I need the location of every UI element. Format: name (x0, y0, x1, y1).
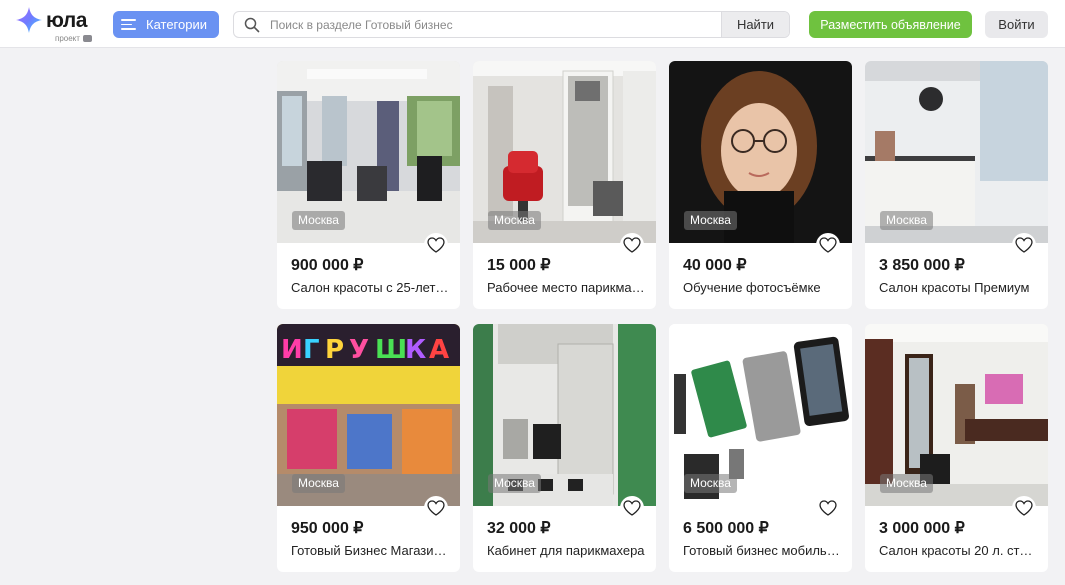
categories-button[interactable]: Категории (113, 11, 219, 38)
listing-price: 15 000 ₽ (487, 257, 551, 274)
find-button[interactable]: Найти (721, 12, 789, 37)
listing-price: 40 000 ₽ (683, 257, 747, 274)
listing-title: Обучение фотосъёмке (683, 280, 821, 295)
yula-star-icon (16, 7, 42, 33)
heart-icon[interactable] (424, 496, 448, 520)
listing-price: 900 000 ₽ (291, 257, 364, 274)
listing-card[interactable]: Москва 900 000 ₽ Салон красоты с 25-летн… (277, 61, 460, 309)
listing-card[interactable]: Москва 15 000 ₽ Рабочее место парикмахер… (473, 61, 656, 309)
post-ad-button[interactable]: Разместить объявление (809, 11, 972, 38)
heart-icon[interactable] (620, 233, 644, 257)
svg-text:К: К (405, 335, 426, 365)
listing-card[interactable]: Москва 6 500 000 ₽ Готовый бизнес мобиль… (669, 324, 852, 572)
yula-logo[interactable]: юла проект (15, 4, 97, 44)
svg-text:И: И (281, 335, 303, 365)
logo-text: юла (46, 9, 87, 32)
login-button[interactable]: Войти (985, 11, 1048, 38)
heart-icon[interactable] (816, 233, 840, 257)
listing-title: Готовый Бизнес Магазин игрушек (291, 543, 451, 558)
listing-city: Москва (292, 211, 345, 230)
svg-text:У: У (349, 335, 369, 365)
listing-price: 3 000 000 ₽ (879, 520, 965, 537)
vk-badge-icon (82, 35, 92, 43)
listing-title: Салон красоты 20 л. стажа (879, 543, 1039, 558)
listing-card[interactable]: Москва 3 850 000 ₽ Салон красоты Премиум (865, 61, 1048, 309)
svg-text:А: А (429, 335, 449, 365)
listing-card[interactable]: Москва 32 000 ₽ Кабинет для парикмахера (473, 324, 656, 572)
listing-card[interactable]: Москва 40 000 ₽ Обучение фотосъёмке (669, 61, 852, 309)
listing-title: Кабинет для парикмахера (487, 543, 645, 558)
listing-price: 950 000 ₽ (291, 520, 364, 537)
listing-price: 32 000 ₽ (487, 520, 551, 537)
categories-label: Категории (146, 17, 207, 32)
listing-city: Москва (684, 211, 737, 230)
listing-price: 6 500 000 ₽ (683, 520, 769, 537)
listing-city: Москва (488, 474, 541, 493)
svg-text:Ш: Ш (375, 335, 407, 365)
search-input[interactable] (270, 12, 721, 37)
listing-title: Готовый бизнес мобильных запчастей (683, 543, 843, 558)
svg-text:Г: Г (303, 335, 320, 365)
listing-card[interactable]: И Г Р У Ш К А Москва 950 000 ₽ Готовый Б… (277, 324, 460, 572)
listing-city: Москва (488, 211, 541, 230)
listing-price: 3 850 000 ₽ (879, 257, 965, 274)
listing-city: Москва (684, 474, 737, 493)
heart-icon[interactable] (1012, 496, 1036, 520)
heart-icon[interactable] (620, 496, 644, 520)
listing-city: Москва (880, 211, 933, 230)
heart-icon[interactable] (1012, 233, 1036, 257)
listing-title: Рабочее место парикмахера (487, 280, 647, 295)
svg-text:Р: Р (325, 335, 344, 365)
heart-icon[interactable] (424, 233, 448, 257)
listing-card[interactable]: Москва 3 000 000 ₽ Салон красоты 20 л. с… (865, 324, 1048, 572)
search-bar: Найти (233, 11, 790, 38)
listing-city: Москва (880, 474, 933, 493)
menu-icon (121, 19, 136, 30)
search-icon (234, 12, 270, 37)
listing-title: Салон красоты Премиум (879, 280, 1030, 295)
listing-city: Москва (292, 474, 345, 493)
logo-subtext: проект (55, 34, 92, 43)
heart-icon[interactable] (816, 496, 840, 520)
listing-title: Салон красоты с 25-летней историей (291, 280, 451, 295)
top-header: юла проект Категории Найти Разместить об… (0, 0, 1065, 48)
